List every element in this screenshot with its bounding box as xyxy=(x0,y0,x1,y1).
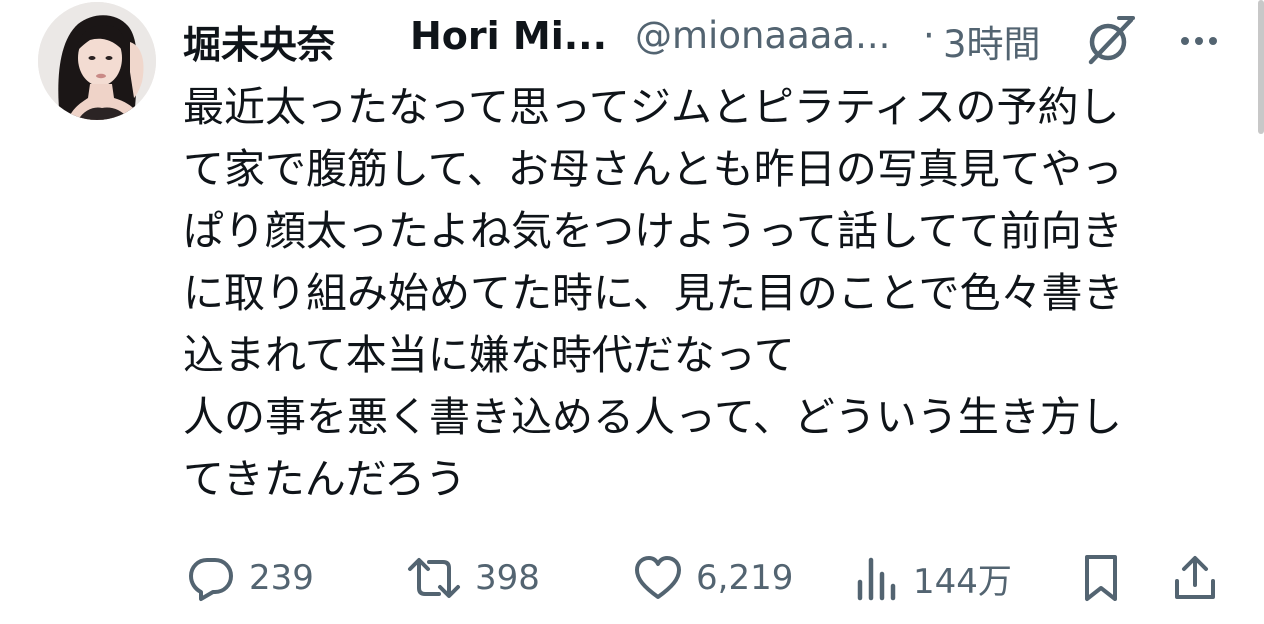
avatar-image xyxy=(38,2,156,120)
user-handle[interactable]: @mionaaaa... xyxy=(635,14,890,57)
bookmark-button[interactable] xyxy=(1081,548,1121,608)
reply-icon xyxy=(187,554,235,602)
tweet-text-line: に取り組み始めてた時に、見た目のことで色々書き xyxy=(183,269,1124,317)
like-button[interactable]: 6,219 xyxy=(634,548,793,608)
bookmark-icon xyxy=(1081,553,1121,603)
tweet-text-line: ぱり顔太ったよね気をつけようって話してて前向き xyxy=(183,207,1123,255)
reply-button[interactable]: 239 xyxy=(187,548,314,608)
bar-chart-icon xyxy=(855,554,899,602)
separator-dot: · xyxy=(923,14,935,57)
retweet-count: 398 xyxy=(475,558,540,598)
share-icon xyxy=(1173,553,1217,603)
tweet-text-line: 人の事を悪く書き込める人って、どういう生き方し xyxy=(183,393,1122,441)
heart-icon xyxy=(634,555,682,601)
grok-icon[interactable] xyxy=(1083,14,1137,68)
display-name[interactable]: 堀未央奈 xyxy=(183,14,335,69)
like-count: 6,219 xyxy=(696,558,794,598)
retweet-icon xyxy=(407,554,461,602)
avatar[interactable] xyxy=(38,2,156,120)
tweet-text-line: てきたんだろう xyxy=(183,455,467,503)
share-button[interactable] xyxy=(1173,548,1217,608)
tweet[interactable]: 堀未央奈 Hori Mi... @mionaaaa... · 3時間 最近太った… xyxy=(0,0,1264,624)
timestamp[interactable]: 3時間 xyxy=(943,14,1041,68)
views-count: 144万 xyxy=(913,561,1012,602)
more-icon[interactable] xyxy=(1173,18,1225,64)
display-name-latin[interactable]: Hori Mi... xyxy=(410,14,607,58)
tweet-text-line: 込まれて本当に嫌な時代だなって xyxy=(183,331,795,379)
action-bar: 239 398 6,219 144万 xyxy=(183,548,1223,608)
tweet-text-line: 最近太ったなって思ってジムとピラティスの予約し xyxy=(183,83,1120,131)
retweet-button[interactable]: 398 xyxy=(407,548,540,608)
reply-count: 239 xyxy=(249,558,314,598)
views-button[interactable]: 144万 xyxy=(855,548,1012,608)
scrollbar[interactable] xyxy=(1258,0,1264,134)
tweet-text: 最近太ったなって思ってジムとピラティスの予約し て家で腹筋して、お母さんとも昨日… xyxy=(183,76,1228,510)
tweet-header: 堀未央奈 Hori Mi... @mionaaaa... · 3時間 xyxy=(183,8,1243,68)
tweet-text-line: て家で腹筋して、お母さんとも昨日の写真見てやっ xyxy=(183,145,1123,193)
